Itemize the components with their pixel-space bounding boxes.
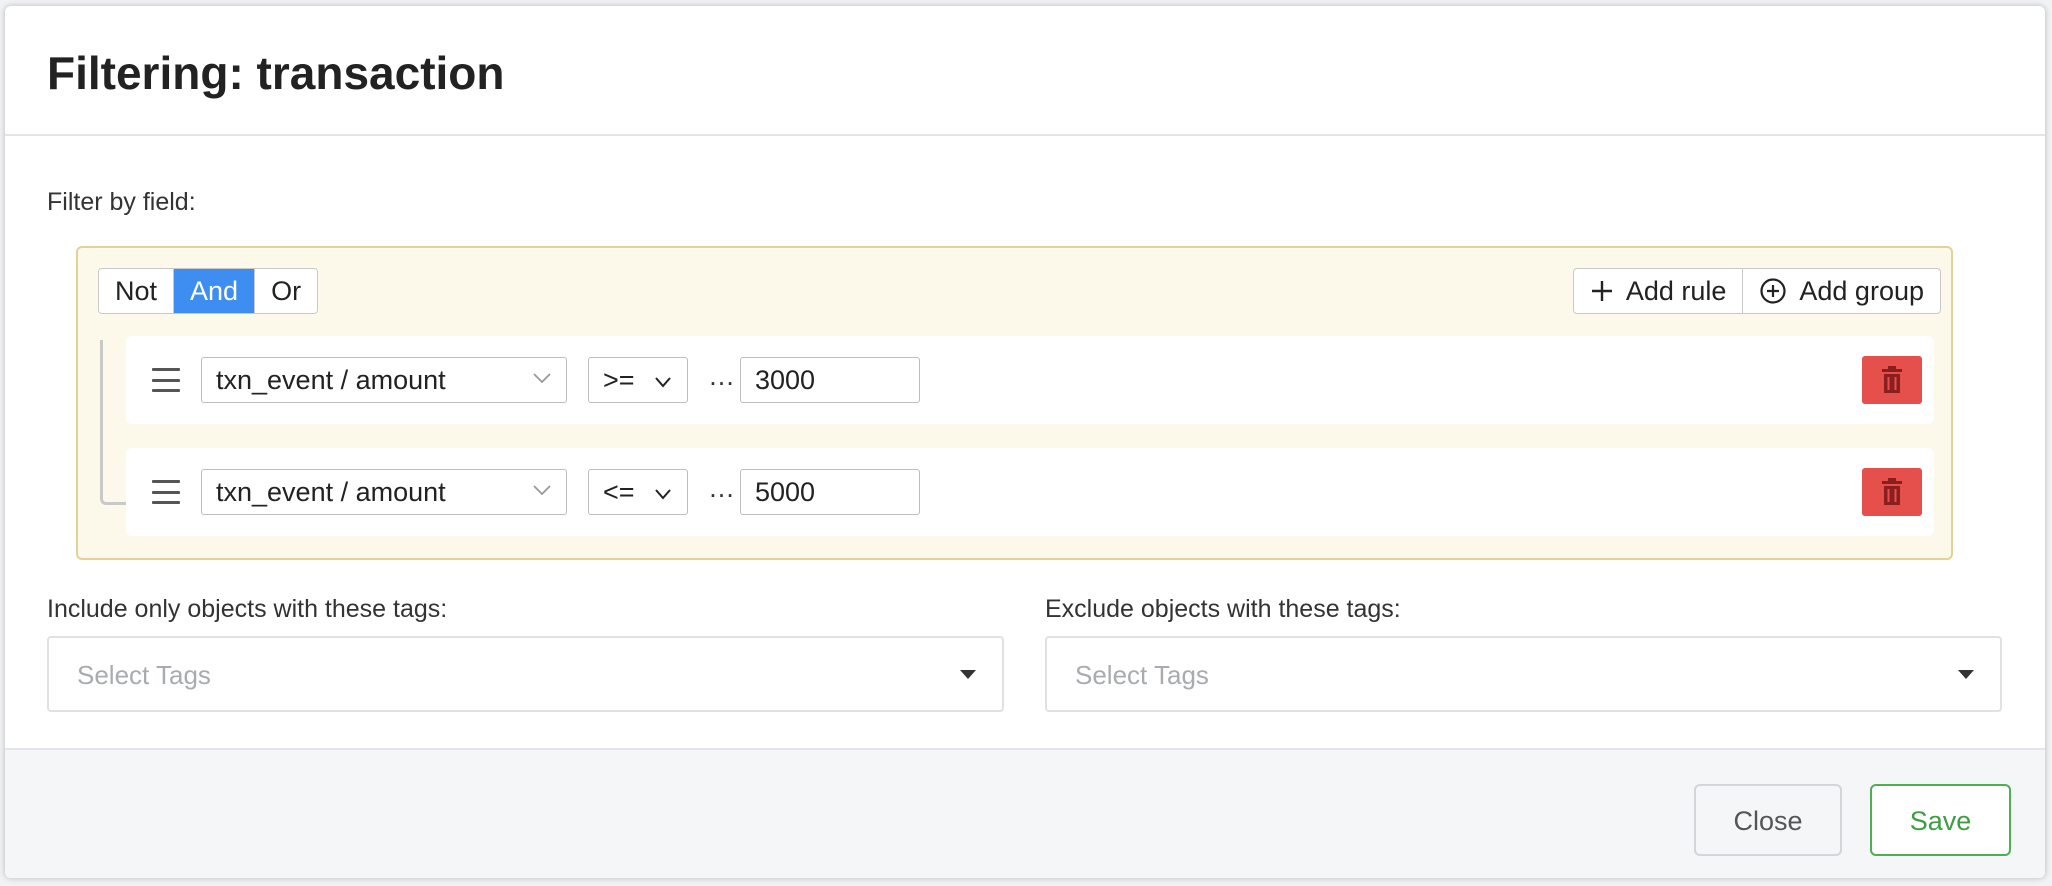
include-tags-label: Include only objects with these tags: bbox=[47, 595, 448, 623]
save-button[interactable]: Save bbox=[1870, 784, 2011, 856]
field-select[interactable]: txn_event / amount bbox=[201, 357, 567, 403]
chevron-down-icon bbox=[655, 489, 671, 500]
value-input[interactable]: 5000 bbox=[740, 469, 920, 515]
trash-icon bbox=[1882, 478, 1902, 505]
operator-select-value: <= bbox=[603, 477, 635, 507]
chevron-down-icon bbox=[533, 373, 551, 384]
exclude-tags-placeholder: Select Tags bbox=[1075, 660, 1209, 690]
field-select-value: txn_event / amount bbox=[216, 365, 446, 395]
conjunction-not-button[interactable]: Not bbox=[99, 269, 175, 313]
filter-by-field-label: Filter by field: bbox=[47, 188, 196, 216]
circle-plus-icon bbox=[1760, 278, 1786, 304]
field-select[interactable]: txn_event / amount bbox=[201, 469, 567, 515]
add-rule-label: Add rule bbox=[1625, 276, 1727, 306]
modal-header: Filtering: transaction bbox=[5, 6, 2045, 136]
close-button[interactable]: Close bbox=[1694, 784, 1842, 856]
delete-rule-button[interactable] bbox=[1862, 356, 1922, 404]
caret-down-icon bbox=[1958, 670, 1974, 679]
conjunction-and-button[interactable]: And bbox=[174, 269, 256, 313]
conjunction-group: Not And Or bbox=[98, 268, 319, 314]
value-separator: … bbox=[708, 473, 735, 503]
chevron-down-icon bbox=[655, 377, 671, 388]
operator-select-value: >= bbox=[603, 365, 635, 395]
chevron-down-icon bbox=[533, 485, 551, 496]
modal-title: Filtering: transaction bbox=[47, 47, 505, 99]
modal-footer: Close Save bbox=[5, 748, 2045, 878]
filter-modal: Filtering: transaction Filter by field: … bbox=[5, 6, 2045, 878]
operator-select[interactable]: >= bbox=[588, 357, 688, 403]
exclude-tags-select[interactable]: Select Tags bbox=[1045, 636, 2002, 712]
query-builder-group: Not And Or Add rule Add group txn_event … bbox=[76, 246, 1953, 560]
drag-handle-icon[interactable] bbox=[152, 480, 180, 504]
include-tags-select[interactable]: Select Tags bbox=[47, 636, 1004, 712]
drag-handle-icon[interactable] bbox=[152, 368, 180, 392]
add-rule-button[interactable]: Add rule bbox=[1574, 269, 1744, 313]
rule-row: txn_event / amount >= … 3000 bbox=[126, 336, 1934, 424]
conjunction-or-button[interactable]: Or bbox=[255, 269, 318, 313]
add-group-button[interactable]: Add group bbox=[1743, 269, 1940, 313]
field-select-value: txn_event / amount bbox=[216, 477, 446, 507]
delete-rule-button[interactable] bbox=[1862, 468, 1922, 516]
group-actions: Add rule Add group bbox=[1572, 268, 1941, 314]
tree-connector bbox=[100, 340, 127, 505]
value-separator: … bbox=[708, 361, 735, 391]
trash-icon bbox=[1882, 366, 1902, 393]
exclude-tags-label: Exclude objects with these tags: bbox=[1045, 595, 1401, 623]
operator-select[interactable]: <= bbox=[588, 469, 688, 515]
plus-icon bbox=[1591, 281, 1612, 301]
include-tags-placeholder: Select Tags bbox=[77, 660, 211, 690]
caret-down-icon bbox=[960, 670, 976, 679]
value-input[interactable]: 3000 bbox=[740, 357, 920, 403]
rule-row: txn_event / amount <= … 5000 bbox=[126, 448, 1934, 536]
add-group-label: Add group bbox=[1799, 276, 1924, 306]
